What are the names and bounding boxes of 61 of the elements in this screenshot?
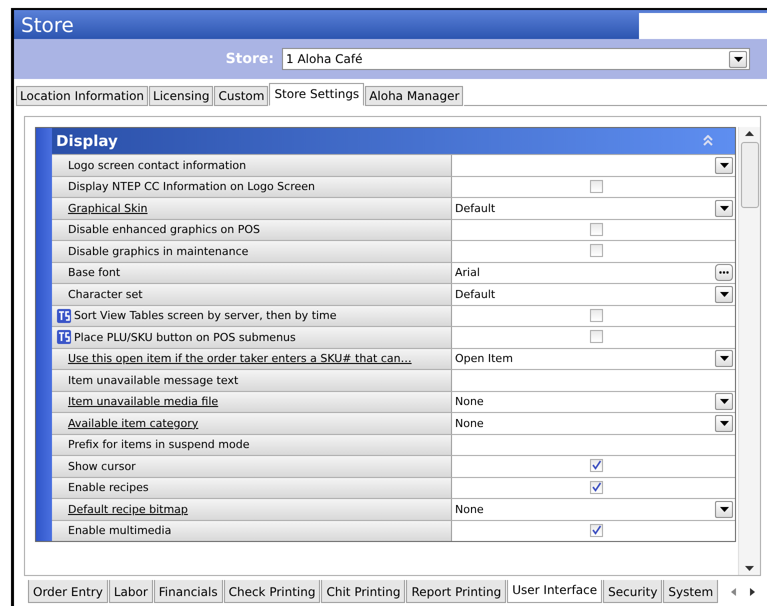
checkbox[interactable] — [590, 180, 603, 192]
tab[interactable]: User Interface — [507, 580, 602, 603]
property-value[interactable]: None — [455, 416, 484, 430]
scroll-up-icon[interactable] — [745, 131, 754, 136]
property-value[interactable]: Open Item — [455, 352, 513, 366]
tab[interactable]: Financials — [154, 580, 223, 603]
store-dropdown[interactable]: 1 Aloha Café — [282, 48, 750, 70]
property-label: Disable enhanced graphics on POS — [68, 223, 260, 236]
checkbox[interactable] — [590, 244, 603, 257]
property-label: Prefix for items in suspend mode — [68, 438, 250, 452]
scroll-down-icon[interactable] — [745, 566, 754, 571]
property-label: Enable multimedia — [68, 524, 172, 538]
property-label[interactable]: Graphical Skin — [68, 202, 148, 215]
tab[interactable]: Labor — [108, 580, 153, 603]
property-label: Display NTEP CC Information on Logo Screen — [68, 180, 315, 194]
property-label: Sort View Tables screen by server, then by time — [74, 309, 337, 322]
property-value[interactable]: None — [455, 502, 484, 516]
tab-right-icon[interactable] — [750, 588, 756, 596]
checkbox[interactable] — [590, 308, 603, 322]
property-label: Logo screen contact information — [68, 158, 246, 172]
property-label: Base font — [68, 266, 120, 280]
tab[interactable]: Store Settings — [269, 83, 364, 106]
tab-left-icon[interactable] — [731, 588, 736, 596]
title-field[interactable] — [639, 12, 767, 38]
property-label[interactable]: Use this open item if the order taker enters a SKU# that can… — [68, 352, 412, 366]
tab[interactable]: Order Entry — [28, 580, 108, 603]
checkbox[interactable] — [590, 222, 603, 236]
checkbox[interactable] — [590, 459, 603, 472]
ellipsis-icon[interactable] — [715, 264, 733, 282]
scrollbar[interactable] — [738, 127, 760, 575]
property-value[interactable]: Default — [455, 202, 496, 215]
property-label: Place PLU/SKU button on POS submenus — [74, 330, 296, 344]
checkbox[interactable] — [590, 330, 603, 343]
ts-icon — [56, 308, 72, 324]
tab[interactable]: Location Information — [16, 86, 148, 106]
property-value[interactable]: Arial — [455, 266, 480, 280]
property-value[interactable]: None — [455, 395, 484, 408]
property-label: Character set — [68, 288, 143, 301]
checkbox[interactable] — [590, 480, 603, 494]
property-label[interactable]: Default recipe bitmap — [68, 502, 188, 516]
tab[interactable]: System — [663, 580, 718, 603]
tab[interactable]: Check Printing — [224, 580, 320, 603]
property-value[interactable]: Default — [455, 288, 496, 301]
scroll-thumb[interactable] — [740, 142, 758, 208]
ts-icon — [56, 329, 72, 346]
tab[interactable]: Chit Printing — [321, 580, 406, 603]
tab[interactable]: Custom — [214, 86, 268, 106]
property-label: Show cursor — [68, 460, 136, 473]
property-label: Disable graphics in maintenance — [68, 244, 248, 258]
window-title: Store — [20, 12, 74, 36]
tab[interactable]: Report Printing — [406, 580, 506, 603]
tab[interactable]: Aloha Manager — [365, 86, 464, 106]
checkbox[interactable] — [590, 524, 603, 536]
store-label: Store: — [224, 51, 274, 67]
section-title: Display — [56, 132, 118, 150]
tab[interactable]: Security — [603, 580, 662, 603]
property-label: Enable recipes — [68, 481, 149, 494]
tab[interactable]: Licensing — [149, 86, 214, 106]
property-label[interactable]: Item unavailable media file — [68, 395, 218, 408]
property-label: Item unavailable message text — [68, 374, 238, 387]
property-label[interactable]: Available item category — [68, 416, 198, 430]
